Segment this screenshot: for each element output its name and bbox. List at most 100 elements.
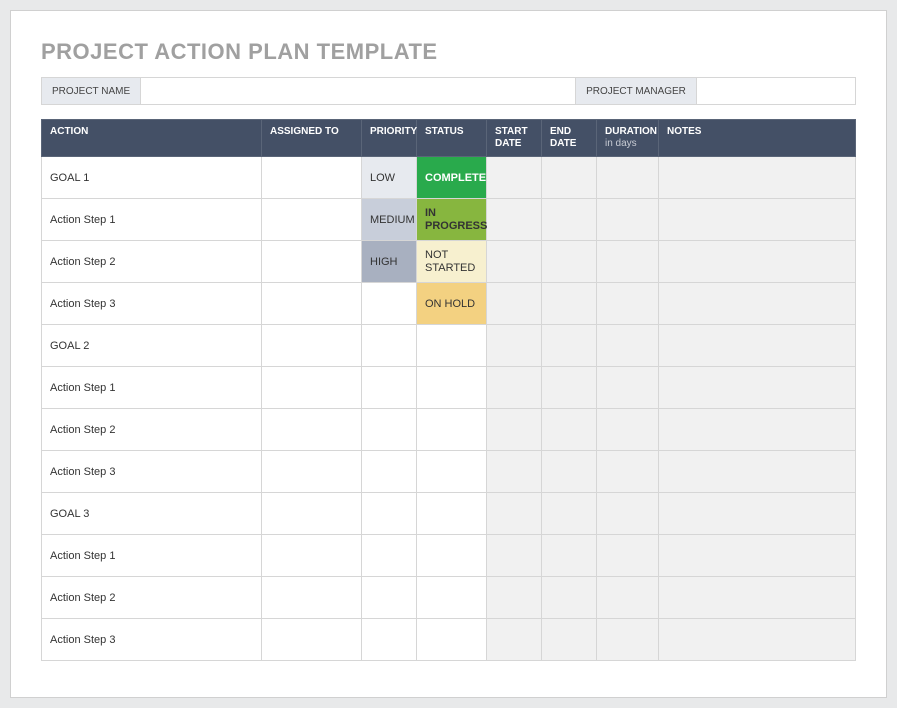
cell-duration[interactable] <box>597 451 659 493</box>
cell-notes[interactable] <box>659 199 856 241</box>
cell-start[interactable] <box>487 157 542 199</box>
cell-notes[interactable] <box>659 451 856 493</box>
cell-notes[interactable] <box>659 409 856 451</box>
cell-end[interactable] <box>542 157 597 199</box>
cell-priority[interactable] <box>362 619 417 661</box>
cell-priority[interactable] <box>362 409 417 451</box>
cell-action[interactable]: Action Step 3 <box>42 451 262 493</box>
cell-end[interactable] <box>542 493 597 535</box>
cell-status[interactable] <box>417 409 487 451</box>
cell-action[interactable]: Action Step 3 <box>42 619 262 661</box>
cell-status[interactable] <box>417 535 487 577</box>
cell-start[interactable] <box>487 325 542 367</box>
cell-duration[interactable] <box>597 199 659 241</box>
cell-priority[interactable]: MEDIUM <box>362 199 417 241</box>
cell-assigned-to[interactable] <box>262 283 362 325</box>
project-manager-field[interactable] <box>697 78 855 104</box>
cell-notes[interactable] <box>659 535 856 577</box>
cell-assigned-to[interactable] <box>262 493 362 535</box>
cell-assigned-to[interactable] <box>262 451 362 493</box>
cell-status[interactable]: COMPLETE <box>417 157 487 199</box>
cell-notes[interactable] <box>659 493 856 535</box>
cell-start[interactable] <box>487 409 542 451</box>
cell-duration[interactable] <box>597 241 659 283</box>
cell-duration[interactable] <box>597 283 659 325</box>
cell-status[interactable] <box>417 367 487 409</box>
cell-priority[interactable] <box>362 577 417 619</box>
cell-status[interactable]: NOT STARTED <box>417 241 487 283</box>
cell-assigned-to[interactable] <box>262 157 362 199</box>
cell-notes[interactable] <box>659 157 856 199</box>
cell-assigned-to[interactable] <box>262 367 362 409</box>
cell-status[interactable] <box>417 451 487 493</box>
cell-duration[interactable] <box>597 577 659 619</box>
cell-assigned-to[interactable] <box>262 577 362 619</box>
cell-action[interactable]: Action Step 1 <box>42 367 262 409</box>
cell-duration[interactable] <box>597 535 659 577</box>
cell-end[interactable] <box>542 535 597 577</box>
cell-status[interactable] <box>417 325 487 367</box>
cell-priority[interactable] <box>362 283 417 325</box>
cell-end[interactable] <box>542 325 597 367</box>
cell-action[interactable]: GOAL 2 <box>42 325 262 367</box>
table-row: Action Step 3 ON HOLD <box>42 283 856 325</box>
cell-start[interactable] <box>487 451 542 493</box>
cell-start[interactable] <box>487 577 542 619</box>
cell-duration[interactable] <box>597 367 659 409</box>
cell-end[interactable] <box>542 577 597 619</box>
cell-notes[interactable] <box>659 619 856 661</box>
cell-end[interactable] <box>542 409 597 451</box>
cell-status[interactable] <box>417 577 487 619</box>
cell-priority[interactable]: LOW <box>362 157 417 199</box>
cell-notes[interactable] <box>659 241 856 283</box>
project-name-label: PROJECT NAME <box>42 78 141 104</box>
cell-notes[interactable] <box>659 283 856 325</box>
cell-assigned-to[interactable] <box>262 409 362 451</box>
cell-notes[interactable] <box>659 577 856 619</box>
cell-action[interactable]: Action Step 2 <box>42 409 262 451</box>
cell-end[interactable] <box>542 199 597 241</box>
cell-end[interactable] <box>542 451 597 493</box>
cell-priority[interactable] <box>362 325 417 367</box>
cell-duration[interactable] <box>597 157 659 199</box>
cell-action[interactable]: GOAL 1 <box>42 157 262 199</box>
cell-duration[interactable] <box>597 493 659 535</box>
cell-action[interactable]: Action Step 3 <box>42 283 262 325</box>
cell-priority[interactable] <box>362 493 417 535</box>
cell-priority[interactable]: HIGH <box>362 241 417 283</box>
cell-assigned-to[interactable] <box>262 241 362 283</box>
cell-duration[interactable] <box>597 619 659 661</box>
cell-priority[interactable] <box>362 367 417 409</box>
cell-start[interactable] <box>487 367 542 409</box>
cell-action[interactable]: Action Step 1 <box>42 199 262 241</box>
cell-start[interactable] <box>487 199 542 241</box>
cell-end[interactable] <box>542 241 597 283</box>
cell-end[interactable] <box>542 283 597 325</box>
cell-duration[interactable] <box>597 409 659 451</box>
cell-duration[interactable] <box>597 325 659 367</box>
cell-status[interactable]: ON HOLD <box>417 283 487 325</box>
cell-status[interactable] <box>417 493 487 535</box>
cell-priority[interactable] <box>362 535 417 577</box>
cell-priority[interactable] <box>362 451 417 493</box>
cell-status[interactable] <box>417 619 487 661</box>
cell-start[interactable] <box>487 283 542 325</box>
cell-end[interactable] <box>542 367 597 409</box>
cell-start[interactable] <box>487 241 542 283</box>
cell-status[interactable]: IN PROGRESS <box>417 199 487 241</box>
cell-start[interactable] <box>487 493 542 535</box>
cell-start[interactable] <box>487 535 542 577</box>
cell-start[interactable] <box>487 619 542 661</box>
cell-assigned-to[interactable] <box>262 535 362 577</box>
cell-action[interactable]: Action Step 2 <box>42 241 262 283</box>
cell-notes[interactable] <box>659 367 856 409</box>
cell-assigned-to[interactable] <box>262 619 362 661</box>
cell-action[interactable]: Action Step 2 <box>42 577 262 619</box>
cell-assigned-to[interactable] <box>262 199 362 241</box>
cell-action[interactable]: Action Step 1 <box>42 535 262 577</box>
cell-action[interactable]: GOAL 3 <box>42 493 262 535</box>
cell-end[interactable] <box>542 619 597 661</box>
cell-notes[interactable] <box>659 325 856 367</box>
cell-assigned-to[interactable] <box>262 325 362 367</box>
project-name-field[interactable] <box>141 78 575 104</box>
